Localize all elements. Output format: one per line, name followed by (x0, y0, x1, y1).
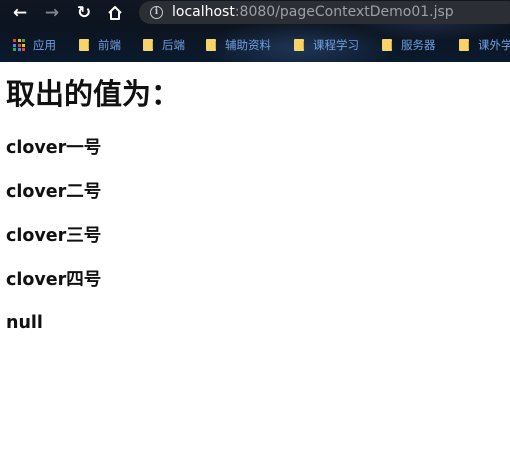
bookmark-courses[interactable]: 课程学习 (294, 33, 359, 57)
reload-icon[interactable]: ↻ (73, 3, 95, 23)
page-title: 取出的值为： (6, 77, 181, 111)
bookmark-server[interactable]: 服务器 (382, 33, 436, 57)
address-bar[interactable]: i localhost:8080/pageContextDemo01.jsp (139, 1, 510, 24)
value-item: clover一号 (6, 138, 102, 158)
value-item: clover四号 (6, 270, 102, 290)
folder-icon (143, 39, 154, 51)
bookmark-label: 服务器 (401, 38, 436, 52)
value-item: clover二号 (6, 182, 102, 202)
bookmark-resources[interactable]: 辅助资料 (206, 33, 271, 57)
folder-icon (206, 39, 217, 51)
folder-icon (382, 39, 393, 51)
browser-chrome: ← → ↻ i localhost:8080/pageContextDemo01… (0, 0, 510, 62)
url-host: localhost (172, 4, 235, 20)
address-url[interactable]: localhost:8080/pageContextDemo01.jsp (172, 4, 454, 21)
back-arrow-icon[interactable]: ← (9, 3, 31, 23)
bookmark-frontend[interactable]: 前端 (79, 33, 121, 57)
folder-icon (79, 39, 90, 51)
page-content: 取出的值为： clover一号 clover二号 clover三号 clover… (0, 62, 510, 459)
browser-toolbar: ← → ↻ i localhost:8080/pageContextDemo01… (0, 0, 510, 27)
folder-icon (459, 39, 470, 51)
value-item: clover三号 (6, 226, 102, 246)
bookmarks-bar: 应用 前端 后端 辅助资料 课程学习 服务器 课外学 (0, 33, 510, 57)
value-item: null (6, 313, 43, 333)
home-icon[interactable] (104, 3, 126, 23)
bookmark-label: 辅助资料 (225, 38, 271, 52)
bookmark-label: 课外学 (478, 38, 510, 52)
site-info-icon[interactable]: i (150, 6, 163, 19)
bookmark-extracurricular[interactable]: 课外学 (459, 33, 510, 57)
folder-icon (294, 39, 305, 51)
bookmark-label: 后端 (162, 38, 185, 52)
bookmark-apps[interactable]: 应用 (13, 33, 56, 57)
bookmark-backend[interactable]: 后端 (143, 33, 185, 57)
bookmark-label: 课程学习 (313, 38, 359, 52)
bookmark-label: 应用 (33, 38, 56, 52)
apps-icon (13, 39, 25, 51)
bookmark-label: 前端 (98, 38, 121, 52)
url-path: :8080/pageContextDemo01.jsp (234, 4, 454, 20)
forward-arrow-icon[interactable]: → (41, 3, 63, 23)
